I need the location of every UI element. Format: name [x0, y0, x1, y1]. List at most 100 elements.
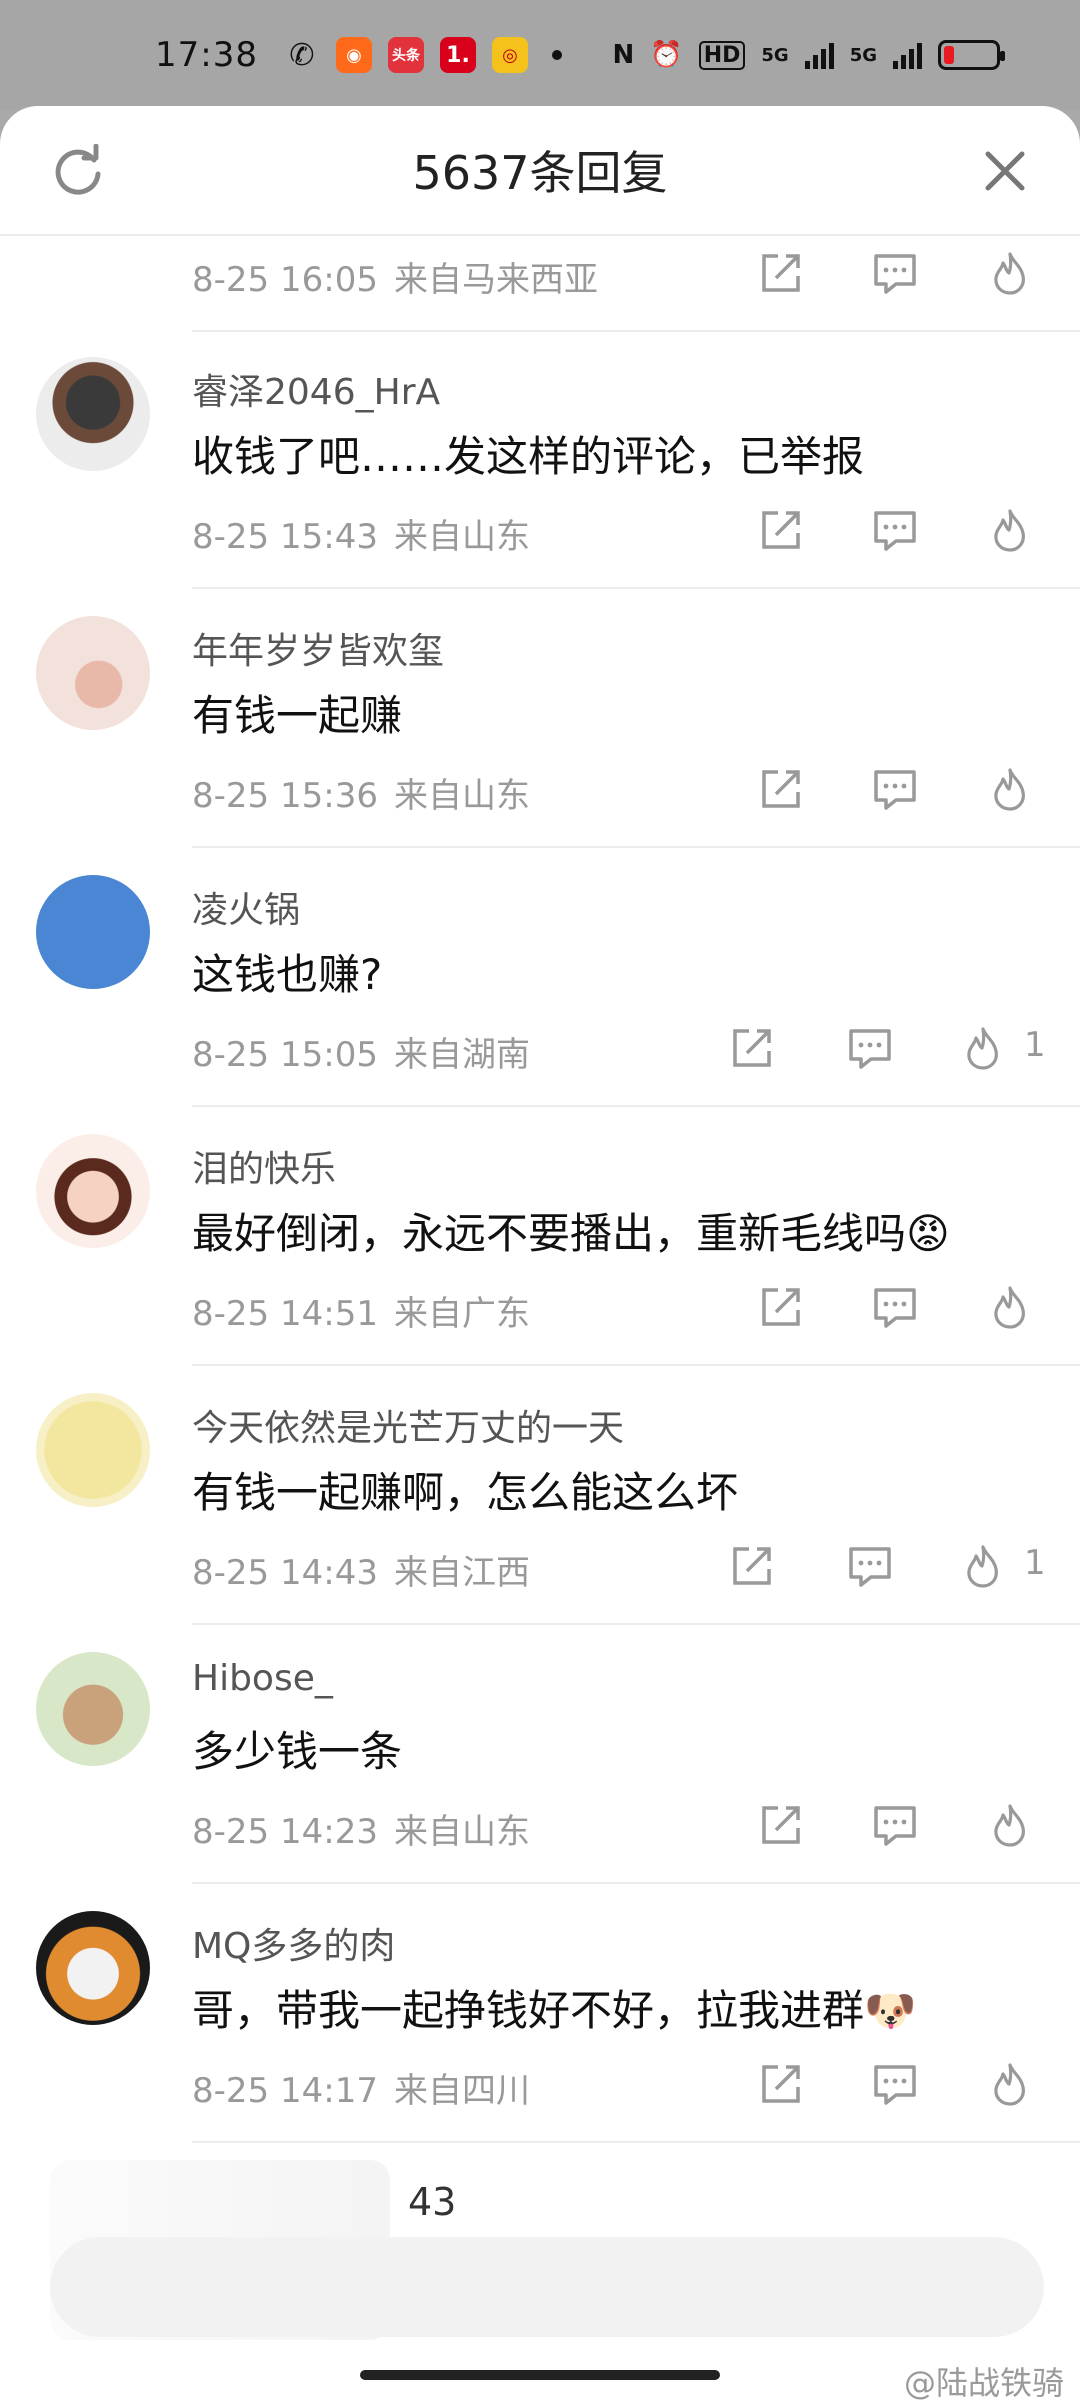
- reply-icon[interactable]: [847, 1543, 893, 1589]
- sheet-title: 5637条回复: [412, 146, 668, 200]
- comment-text: 最好倒闭，永远不要播出，重新毛线吗😡: [192, 1209, 950, 1258]
- reply-icon[interactable]: [872, 766, 918, 812]
- reply-icon[interactable]: [872, 2061, 918, 2107]
- like-fire-icon[interactable]: [960, 1543, 1006, 1589]
- signal-icon-2: [893, 41, 922, 69]
- comment-username[interactable]: 年年岁岁皆欢玺: [192, 622, 444, 674]
- comment-text: 有钱一起赚: [192, 691, 403, 740]
- status-bar: 17:38 ✆ ◉ 头条 1. ◎ N ⏰ HD 5G 5G: [0, 0, 1080, 110]
- battery-icon: [938, 40, 1005, 70]
- signal-icon: [804, 41, 834, 69]
- status-time: 17:38: [155, 35, 258, 75]
- wechat-icon: ✆: [289, 37, 315, 73]
- avatar[interactable]: [36, 1393, 150, 1507]
- avatar[interactable]: [36, 875, 150, 989]
- status-right: N ⏰ HD 5G 5G: [612, 0, 1005, 110]
- comment-username[interactable]: 今天依然是光芒万丈的一天: [192, 1399, 624, 1451]
- comment-date: 8-25 15:43: [192, 517, 378, 557]
- share-icon[interactable]: [758, 766, 804, 812]
- comment-location: 来自江西: [393, 1553, 530, 1593]
- 5g-label: 5G: [761, 44, 789, 66]
- refresh-icon[interactable]: [50, 144, 106, 200]
- comment-location: 来自山东: [393, 776, 530, 816]
- share-icon[interactable]: [758, 2061, 804, 2107]
- sheet-header: 5637条回复: [0, 106, 1080, 236]
- comment-date: 8-25 14:23: [192, 1812, 378, 1852]
- comment-username[interactable]: 凌火锅: [192, 881, 300, 933]
- like-fire-icon[interactable]: [987, 250, 1033, 296]
- toutiao-icon: 头条: [387, 37, 424, 73]
- close-icon[interactable]: [980, 146, 1030, 196]
- comment-meta: 8-25 16:05 来自马来西亚: [192, 252, 598, 301]
- comment-meta: 8-25 14:23 来自山东: [192, 1804, 530, 1853]
- share-icon[interactable]: [758, 250, 804, 296]
- comment-username[interactable]: 睿泽2046_HrA: [192, 363, 440, 415]
- like-fire-icon[interactable]: [987, 1284, 1033, 1330]
- comment-meta: 8-25 15:05 来自湖南: [192, 1027, 530, 1076]
- comment-location: 来自四川: [393, 2071, 530, 2111]
- avatar[interactable]: [36, 616, 150, 730]
- hd-icon: HD: [698, 40, 746, 70]
- comment-meta: 8-25 14:51 来自广东: [192, 1286, 530, 1335]
- comment-text: 这钱也赚?: [192, 950, 383, 999]
- home-indicator[interactable]: [360, 2370, 720, 2380]
- weibo-icon: ◎: [491, 37, 528, 73]
- like-fire-icon[interactable]: [987, 507, 1033, 553]
- like-count: 1: [1024, 1543, 1046, 1583]
- reply-icon[interactable]: [872, 1802, 918, 1848]
- reply-icon[interactable]: [872, 507, 918, 553]
- 5g-label-2: 5G: [849, 44, 877, 66]
- like-fire-icon[interactable]: [987, 2061, 1033, 2107]
- comment-divider: [192, 2141, 1080, 2143]
- avatar[interactable]: [36, 1134, 150, 1248]
- one-icon: 1.: [439, 37, 476, 73]
- kuaishou-icon: ◉: [335, 37, 372, 73]
- avatar[interactable]: [36, 1911, 150, 2025]
- like-count: 1: [1024, 1025, 1046, 1065]
- share-icon[interactable]: [758, 1802, 804, 1848]
- share-icon[interactable]: [729, 1025, 775, 1071]
- comment-text: 收钱了吧……发这样的评论，已举报: [192, 432, 865, 481]
- comment-username[interactable]: MQ多多的肉: [192, 1917, 395, 1969]
- like-fire-icon[interactable]: [987, 766, 1033, 812]
- comment-divider: [192, 1882, 1080, 1884]
- comment-divider: [192, 330, 1080, 332]
- reply-icon[interactable]: [872, 1284, 918, 1330]
- comment-divider: [192, 1623, 1080, 1625]
- alarm-icon: ⏰: [650, 40, 683, 70]
- comment-divider: [192, 1105, 1080, 1107]
- reply-count-badge: 43: [408, 2180, 457, 2224]
- watermark: @陆战铁骑: [903, 2364, 1064, 2400]
- more-notifications-dot: [551, 50, 562, 60]
- comment-date: 8-25 14:17: [192, 2071, 378, 2111]
- comment-location: 来自广东: [393, 1294, 530, 1334]
- comment-text: 有钱一起赚啊，怎么能这么坏: [192, 1468, 739, 1517]
- comment-divider: [192, 846, 1080, 848]
- share-icon[interactable]: [758, 1284, 804, 1330]
- comment-date: 8-25 14:43: [192, 1553, 378, 1593]
- avatar[interactable]: [36, 1652, 150, 1766]
- comment-location: 来自山东: [393, 1812, 530, 1852]
- comment-location: 来自湖南: [393, 1035, 530, 1075]
- comment-text: 哥，带我一起挣钱好不好，拉我进群🐶: [192, 1986, 917, 2035]
- comment-username[interactable]: 泪的快乐: [192, 1140, 336, 1192]
- comment-date: 8-25 16:05: [192, 260, 378, 300]
- share-icon[interactable]: [729, 1543, 775, 1589]
- comment-meta: 8-25 14:17 来自四川: [192, 2063, 530, 2112]
- comment-input[interactable]: [50, 2237, 1044, 2337]
- avatar[interactable]: [36, 357, 150, 471]
- comment-text: 多少钱一条: [192, 1727, 403, 1776]
- comment-date: 8-25 15:05: [192, 1035, 378, 1075]
- nfc-icon: N: [612, 40, 635, 70]
- reply-icon[interactable]: [872, 250, 918, 296]
- comment-date: 8-25 14:51: [192, 1294, 378, 1334]
- reply-icon[interactable]: [847, 1025, 893, 1071]
- comment-username[interactable]: Hibose_: [192, 1658, 333, 1699]
- like-fire-icon[interactable]: [987, 1802, 1033, 1848]
- like-fire-icon[interactable]: [960, 1025, 1006, 1071]
- comment-date: 8-25 15:36: [192, 776, 378, 816]
- share-icon[interactable]: [758, 507, 804, 553]
- comment-divider: [192, 587, 1080, 589]
- comment-meta: 8-25 15:43 来自山东: [192, 509, 530, 558]
- comment-meta: 8-25 14:43 来自江西: [192, 1545, 530, 1594]
